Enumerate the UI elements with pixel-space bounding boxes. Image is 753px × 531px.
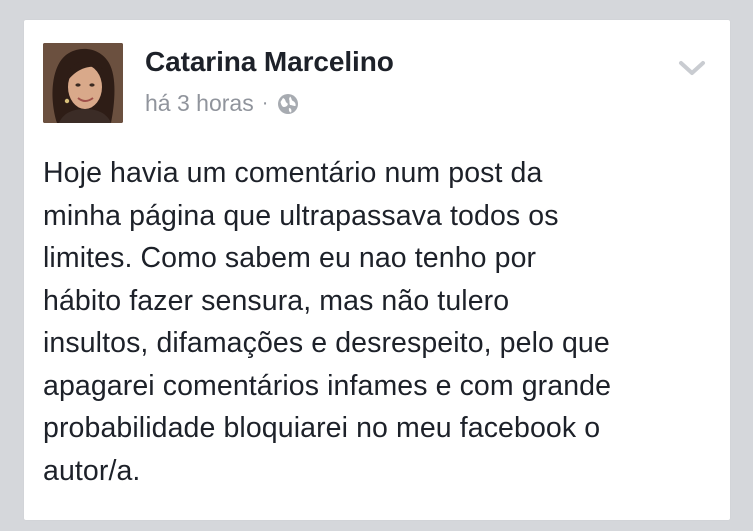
globe-icon[interactable] bbox=[277, 93, 299, 115]
chevron-down-icon bbox=[679, 61, 705, 75]
post-card: Catarina Marcelino há 3 horas · Hoje hav… bbox=[24, 20, 730, 520]
post-options-button[interactable] bbox=[678, 58, 706, 78]
author-name[interactable]: Catarina Marcelino bbox=[145, 46, 394, 78]
post-text: Hoje havia um comentário num post da min… bbox=[43, 157, 612, 487]
timestamp[interactable]: há 3 horas bbox=[145, 90, 254, 117]
avatar-image bbox=[43, 43, 123, 123]
post-meta: há 3 horas · bbox=[145, 90, 299, 117]
meta-separator: · bbox=[261, 92, 269, 114]
avatar[interactable] bbox=[43, 43, 123, 123]
